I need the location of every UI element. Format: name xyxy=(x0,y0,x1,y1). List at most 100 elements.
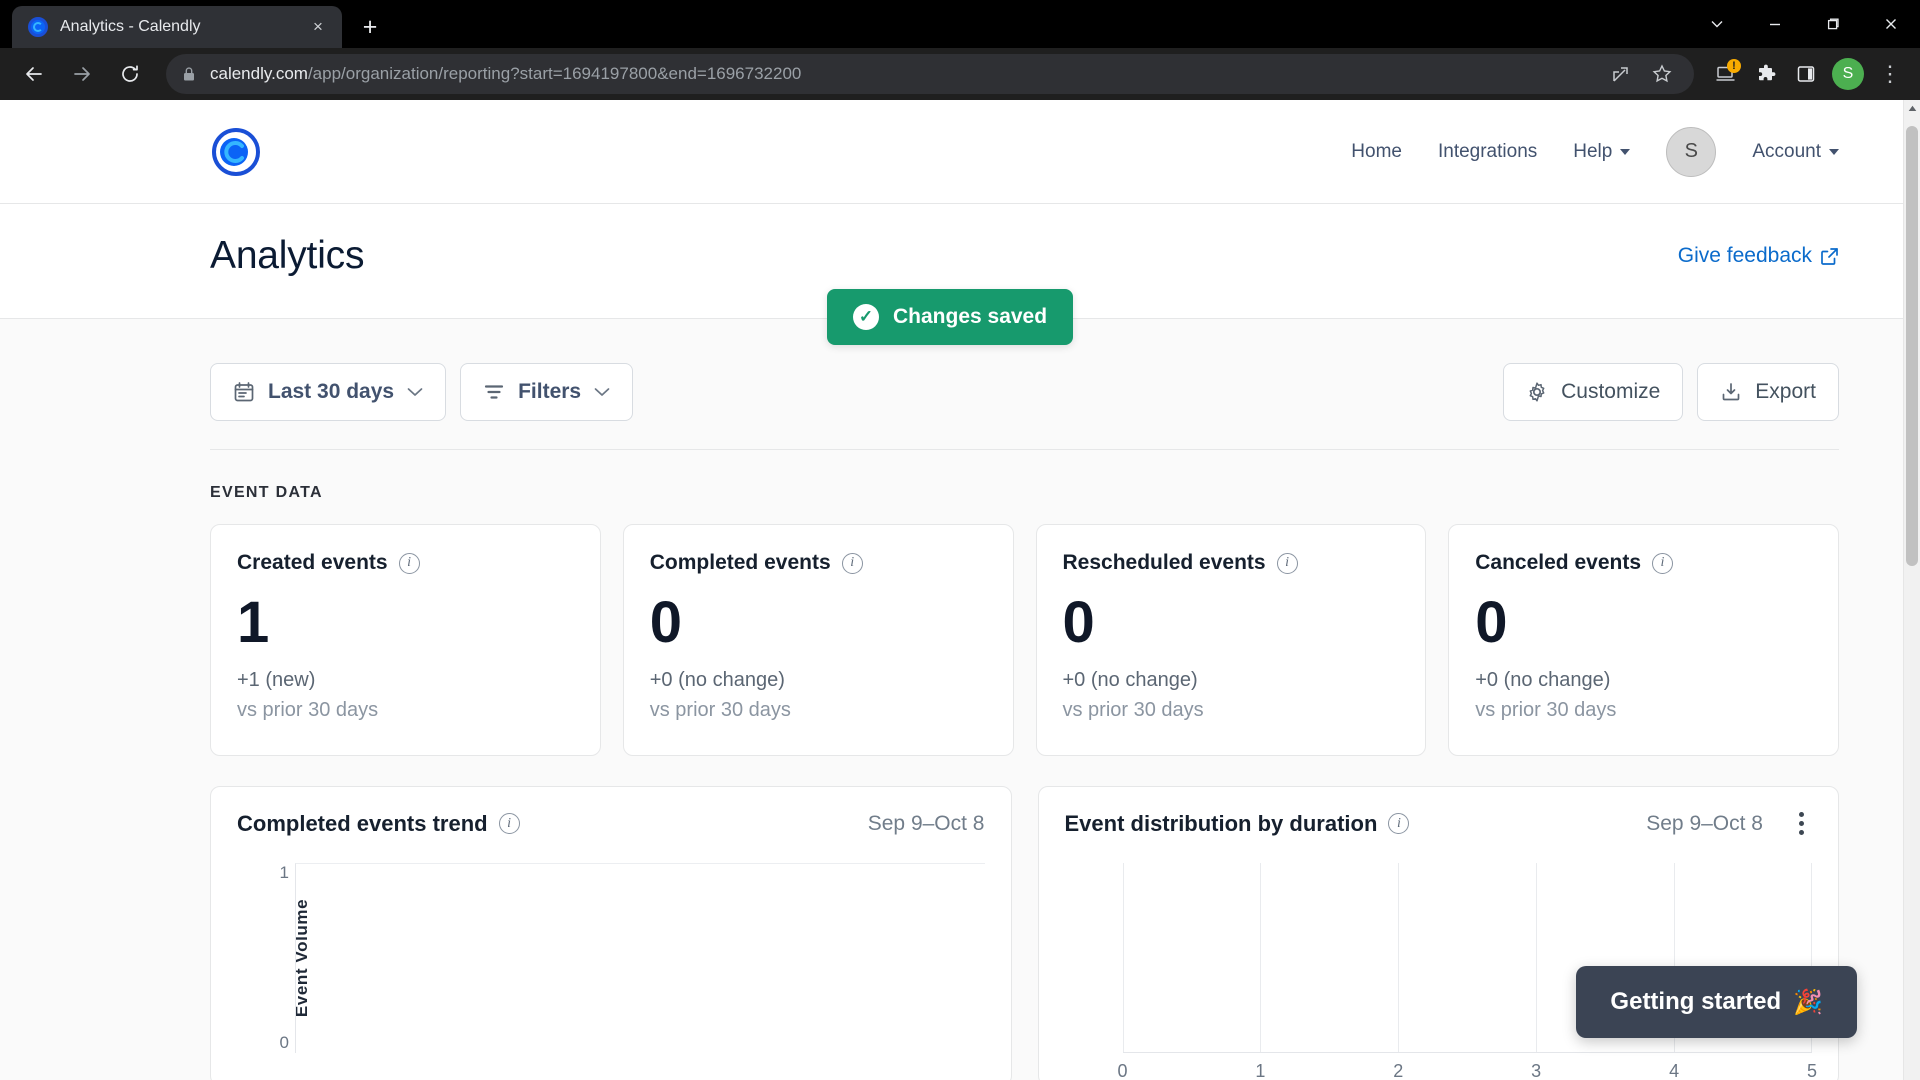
nav-item-integrations[interactable]: Integrations xyxy=(1438,141,1537,163)
info-icon[interactable]: i xyxy=(1276,552,1298,574)
app-header: Home Integrations Help S Account xyxy=(0,100,1903,204)
chart-date-range: Sep 9–Oct 8 xyxy=(867,811,985,835)
nav-item-home[interactable]: Home xyxy=(1351,141,1402,163)
card-value: 0 xyxy=(1062,590,1095,655)
metric-card: Created events i 1 +1 (new) vs prior 30 … xyxy=(210,524,601,756)
metric-card: Canceled events i 0 +0 (no change) vs pr… xyxy=(1448,524,1839,756)
page-title: Analytics xyxy=(210,234,365,277)
update-badge: ! xyxy=(1727,59,1741,73)
info-icon[interactable]: i xyxy=(1388,813,1410,835)
tab-search-chevron-icon[interactable] xyxy=(1688,0,1746,48)
share-icon[interactable] xyxy=(1602,56,1638,92)
scroll-up-arrow-icon[interactable] xyxy=(1904,100,1920,117)
update-available-icon[interactable]: ! xyxy=(1708,56,1744,92)
page-scrollbar[interactable] xyxy=(1903,100,1920,1080)
y-axis-ticks: 1 0 xyxy=(265,863,289,1053)
x-tick: 2 xyxy=(1393,1060,1404,1080)
card-comparison: vs prior 30 days xyxy=(237,698,379,721)
y-tick: 0 xyxy=(279,1032,289,1052)
y-tick: 1 xyxy=(279,862,289,882)
card-title: Canceled events xyxy=(1475,551,1641,574)
chart-header: Completed events trend i Sep 9–Oct 8 xyxy=(237,811,985,837)
card-comparison: vs prior 30 days xyxy=(1062,698,1204,721)
plot-area xyxy=(295,862,985,1053)
nav-item-account[interactable]: Account xyxy=(1752,141,1839,163)
card-title: Rescheduled events xyxy=(1062,551,1266,574)
card-title: Completed events xyxy=(649,551,831,574)
calendar-icon xyxy=(234,382,254,402)
kebab-menu-icon[interactable] xyxy=(1790,811,1812,837)
back-button[interactable] xyxy=(12,52,56,96)
page-viewport: Home Integrations Help S Account ✓ Chang… xyxy=(0,100,1920,1080)
getting-started-button[interactable]: Getting started 🎉 xyxy=(1576,966,1857,1038)
browser-menu-icon[interactable]: ⋮ xyxy=(1872,56,1908,92)
close-window-icon[interactable] xyxy=(1862,0,1920,48)
address-bar[interactable]: calendly.com/app/organization/reporting?… xyxy=(166,54,1694,94)
party-popper-icon: 🎉 xyxy=(1793,988,1823,1016)
card-title: Created events xyxy=(237,551,388,574)
getting-started-label: Getting started xyxy=(1610,988,1782,1015)
nav-item-help[interactable]: Help xyxy=(1573,140,1631,163)
lock-icon xyxy=(180,65,198,83)
metric-card: Rescheduled events i 0 +0 (no change) vs… xyxy=(1035,524,1427,756)
external-link-icon xyxy=(1821,247,1838,265)
card-value: 0 xyxy=(1475,590,1508,655)
status-toast: ✓ Changes saved xyxy=(827,289,1074,345)
new-tab-button[interactable]: + xyxy=(352,9,388,45)
info-icon[interactable]: i xyxy=(1652,552,1673,574)
nav-label-help: Help xyxy=(1573,140,1613,162)
card-header: Canceled events i xyxy=(1475,551,1812,575)
give-feedback-label: Give feedback xyxy=(1677,244,1812,267)
card-comparison: vs prior 30 days xyxy=(1475,698,1617,721)
x-axis-line xyxy=(1122,1051,1812,1053)
url-path: /app/organization/reporting?start=169419… xyxy=(307,64,802,83)
main-nav: Home Integrations Help S Account xyxy=(1351,126,1839,177)
customize-label: Customize xyxy=(1561,380,1661,403)
minimize-icon[interactable] xyxy=(1746,0,1804,48)
x-tick: 4 xyxy=(1669,1060,1680,1080)
chart-header: Event distribution by duration i Sep 9–O… xyxy=(1065,811,1813,837)
x-tick: 3 xyxy=(1531,1060,1542,1080)
metric-card: Completed events i 0 +0 (no change) vs p… xyxy=(622,524,1014,756)
chart-card-completed-events-trend: Completed events trend i Sep 9–Oct 8 Eve… xyxy=(210,785,1012,1080)
url-text: calendly.com/app/organization/reporting?… xyxy=(210,64,801,84)
x-tick: 5 xyxy=(1806,1060,1818,1080)
reload-button[interactable] xyxy=(108,52,152,96)
maximize-icon[interactable] xyxy=(1804,0,1862,48)
card-delta: +0 (no change) xyxy=(1475,668,1611,691)
info-icon[interactable]: i xyxy=(841,552,863,574)
bookmark-star-icon[interactable] xyxy=(1644,56,1680,92)
chart-date-range: Sep 9–Oct 8 xyxy=(1646,811,1763,835)
card-header: Completed events i xyxy=(650,551,987,575)
section-label-event-data: EVENT DATA xyxy=(210,484,323,501)
browser-window: Analytics - Calendly × + calendly.com/ap… xyxy=(0,0,1920,1080)
forward-button[interactable] xyxy=(60,52,104,96)
toast-text: Changes saved xyxy=(893,305,1048,328)
filters-button[interactable]: Filters xyxy=(460,363,634,421)
card-header: Created events i xyxy=(237,551,574,575)
side-panel-icon[interactable] xyxy=(1788,56,1824,92)
tab-close-icon[interactable]: × xyxy=(304,13,332,41)
browser-profile-avatar[interactable]: S xyxy=(1832,58,1864,90)
info-icon[interactable]: i xyxy=(498,813,520,835)
extensions-icon[interactable] xyxy=(1748,56,1784,92)
scrollbar-thumb[interactable] xyxy=(1906,126,1918,566)
line-chart-plot: Event Volume 1 0 xyxy=(237,862,985,1053)
nav-label-home: Home xyxy=(1351,140,1402,162)
filter-actions: Customize Export xyxy=(1503,363,1839,421)
card-delta: +0 (no change) xyxy=(1062,668,1198,691)
customize-button[interactable]: Customize xyxy=(1503,363,1684,421)
export-button[interactable]: Export xyxy=(1697,363,1839,421)
export-label: Export xyxy=(1755,380,1816,403)
date-range-button[interactable]: Last 30 days xyxy=(210,363,447,421)
chart-title: Event distribution by duration xyxy=(1064,810,1378,836)
info-icon[interactable]: i xyxy=(398,552,420,574)
omnibox-actions xyxy=(1602,56,1680,92)
give-feedback-link[interactable]: Give feedback xyxy=(1678,244,1839,268)
avatar[interactable]: S xyxy=(1666,126,1717,177)
date-range-label: Last 30 days xyxy=(268,380,395,403)
browser-tab[interactable]: Analytics - Calendly × xyxy=(12,6,342,48)
download-icon xyxy=(1722,383,1740,401)
calendly-favicon-icon xyxy=(28,17,48,37)
calendly-logo-icon[interactable] xyxy=(210,126,262,178)
